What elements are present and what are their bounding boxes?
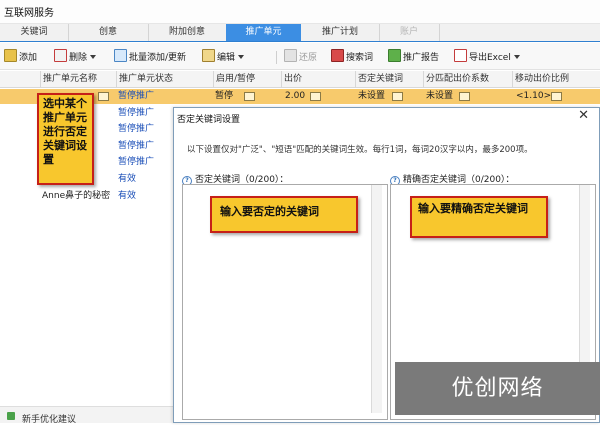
column-header[interactable]: 否定关键词 [355,71,426,88]
add-icon [4,49,17,62]
tab-campaigns[interactable]: 推广计划 [301,24,380,41]
edit-icon[interactable] [392,92,403,101]
unit-status-cell: 暂停推广 [118,157,155,167]
search-terms-button[interactable]: 搜索词 [331,49,373,65]
delete-button-label: 删除 [69,53,88,63]
edit-icon[interactable] [244,92,255,101]
optimization-tips-bar[interactable]: 新手优化建议 [0,406,175,425]
edit-icon[interactable] [310,92,321,101]
tab-creatives[interactable]: 创意 [68,24,149,41]
export-excel-button[interactable]: 导出Excel [454,49,520,65]
edit-icon [202,49,215,62]
restore-button-label: 还原 [299,53,318,63]
tab-account[interactable]: 账户 [379,24,440,41]
callout-enter-negative: 输入要否定的关键词 [210,196,358,233]
chevron-down-icon [90,55,97,59]
dialog-title: 否定关键词设置 [177,115,241,125]
negative-keyword-scrollbar[interactable] [371,185,382,413]
unit-status-cell: 暂停推广 [118,124,155,134]
edit-button[interactable]: 编辑 [202,49,245,65]
callout-enter-exact-negative: 输入要精确否定关键词 [410,196,548,238]
window-titlebar: 互联网服务 [0,0,600,24]
unit-name-cell: Anne鼻子的秘密 [42,191,111,201]
watermark: 优创网络 [395,362,600,415]
chevron-down-icon [513,55,520,59]
column-header[interactable]: 推广单元名称 [40,71,119,88]
window-title: 互联网服务 [4,8,54,19]
bar-chart-icon [388,49,401,62]
unit-status-cell: 有效 [118,191,137,201]
column-header[interactable]: 推广单元状态 [116,71,216,88]
unit-status-cell: 暂停推广 [118,91,155,101]
toolbar-divider [276,51,277,64]
column-header[interactable]: 分匹配出价系数 [423,71,515,88]
edit-icon[interactable] [551,92,562,101]
column-header[interactable]: 出价 [281,71,358,88]
chevron-down-icon [238,55,245,59]
grid-header: 推广单元名称 推广单元状态 启用/暂停 出价 否定关键词 分匹配出价系数 移动出… [0,71,600,88]
tips-icon [7,412,15,420]
column-header[interactable]: 移动出价比例 [512,71,600,88]
restore-button[interactable]: 还原 [284,49,317,65]
report-button-label: 推广报告 [403,53,440,63]
unit-status-cell: 有效 [118,174,137,184]
batch-add-label: 批量添加/更新 [129,53,187,63]
negative-keyword-cell: 未设置 [358,91,386,101]
close-icon[interactable]: ✕ [578,109,589,123]
unit-status-cell: 暂停推广 [118,141,155,151]
batch-add-update-button[interactable]: 批量添加/更新 [114,49,186,65]
edit-icon[interactable] [459,92,470,101]
search-terms-icon [331,49,344,62]
search-terms-label: 搜索词 [346,53,374,63]
bid-cell: 2.00 [285,91,306,101]
optimization-tips-label: 新手优化建议 [22,415,77,425]
column-header[interactable]: 启用/暂停 [213,71,284,88]
add-button[interactable]: 添加 [4,49,37,65]
report-button[interactable]: 推广报告 [388,49,439,65]
tab-keywords[interactable]: 关键词 [0,24,69,41]
tab-extra-creatives[interactable]: 附加创意 [148,24,227,41]
edit-icon[interactable] [98,92,109,101]
callout-select-unit: 选中某个推广单元进行否定关键词设置 [37,93,94,185]
delete-button[interactable]: 删除 [54,49,97,65]
delete-icon [54,49,67,62]
export-excel-label: 导出Excel [469,53,511,63]
mobile-ratio-cell: <1.10> [516,91,552,101]
toolbar: 添加 删除 批量添加/更新 编辑 还原 搜索词 推广报告 导出Excel [0,43,600,70]
export-icon [454,49,467,62]
batch-icon [114,49,127,62]
dialog-description: 以下设置仅对"广泛"、"短语"匹配的关键词生效。每行1词，每词20汉字以内，最多… [187,145,533,155]
match-coefficient-cell: 未设置 [426,91,454,101]
main-tab-bar: 关键词 创意 附加创意 推广单元 推广计划 账户 [0,24,600,42]
unit-status-cell: 暂停推广 [118,108,155,118]
add-button-label: 添加 [19,53,38,63]
enabled-cell: 暂停 [215,91,234,101]
restore-icon [284,49,297,62]
tab-ad-units[interactable]: 推广单元 [226,24,301,41]
edit-button-label: 编辑 [217,53,236,63]
